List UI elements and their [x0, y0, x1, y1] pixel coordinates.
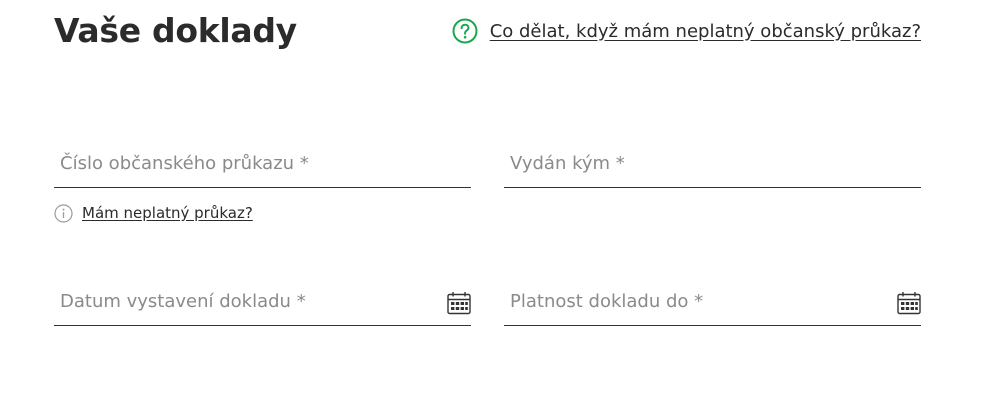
- help-link-container[interactable]: Co dělat, když mám neplatný občanský prů…: [452, 18, 921, 44]
- id-number-field[interactable]: Číslo občanského průkazu *: [54, 139, 471, 188]
- issued-by-input[interactable]: [504, 139, 921, 187]
- calendar-icon[interactable]: [447, 291, 471, 315]
- issued-by-field[interactable]: Vydán kým *: [504, 139, 921, 188]
- valid-until-input[interactable]: [504, 277, 921, 325]
- invalid-id-link[interactable]: Mám neplatný průkaz?: [82, 204, 253, 222]
- id-number-input[interactable]: [54, 139, 471, 187]
- invalid-id-hint: Mám neplatný průkaz?: [54, 203, 253, 223]
- valid-until-field[interactable]: Platnost dokladu do *: [504, 277, 921, 326]
- issue-date-field[interactable]: Datum vystavení dokladu *: [54, 277, 471, 326]
- issue-date-input[interactable]: [54, 277, 471, 325]
- invalid-id-help-link[interactable]: Co dělat, když mám neplatný občanský prů…: [490, 21, 921, 42]
- question-circle-icon: [452, 18, 478, 44]
- info-circle-icon: [54, 203, 73, 223]
- page-title: Vaše doklady: [54, 11, 297, 50]
- calendar-icon[interactable]: [897, 291, 921, 315]
